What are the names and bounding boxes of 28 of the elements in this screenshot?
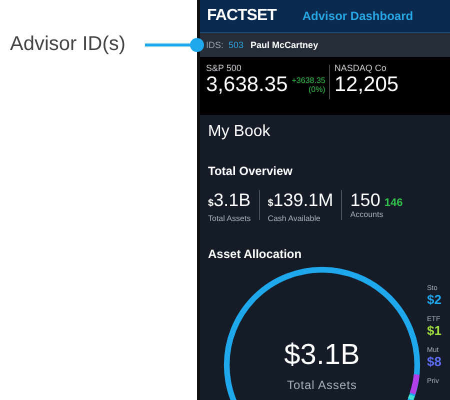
index-name: NASDAQ Co: [334, 63, 388, 73]
index-value: 3,638.35: [206, 73, 288, 97]
index-value: 12,205: [334, 73, 399, 97]
stat-value: $139.1M: [268, 190, 334, 212]
legend-value: $8: [427, 354, 442, 369]
callout-label: Advisor ID(s): [10, 33, 126, 56]
legend-value: $1: [427, 323, 442, 338]
stat-label: Total Assets: [208, 214, 251, 223]
allocation-title: Asset Allocation: [208, 247, 303, 261]
donut-total: $3.1B: [284, 339, 360, 372]
index-name: S&P 500: [206, 63, 242, 73]
leader-line: [145, 38, 205, 52]
index-change: +3638.35: [292, 76, 326, 85]
section-title: My Book: [208, 123, 272, 141]
advisor-name: Paul McCartney: [250, 40, 318, 50]
advisor-id: 503: [228, 40, 244, 50]
logo: FACTSET: [207, 7, 276, 25]
overview-title: Total Overview: [208, 164, 294, 178]
stat-label: Accounts: [350, 210, 384, 219]
index-percent: (0%): [308, 85, 326, 94]
app-title: Advisor Dashboard: [302, 9, 414, 23]
stat-extra: 146: [384, 197, 403, 209]
legend-value: $2: [427, 292, 442, 307]
donut-label: Total Assets: [286, 378, 358, 392]
stat-value: $3.1B: [208, 190, 251, 212]
stat-value: 150: [350, 190, 380, 210]
stat-label: Cash Available: [268, 214, 322, 223]
ids-label: IDS:: [206, 40, 224, 50]
